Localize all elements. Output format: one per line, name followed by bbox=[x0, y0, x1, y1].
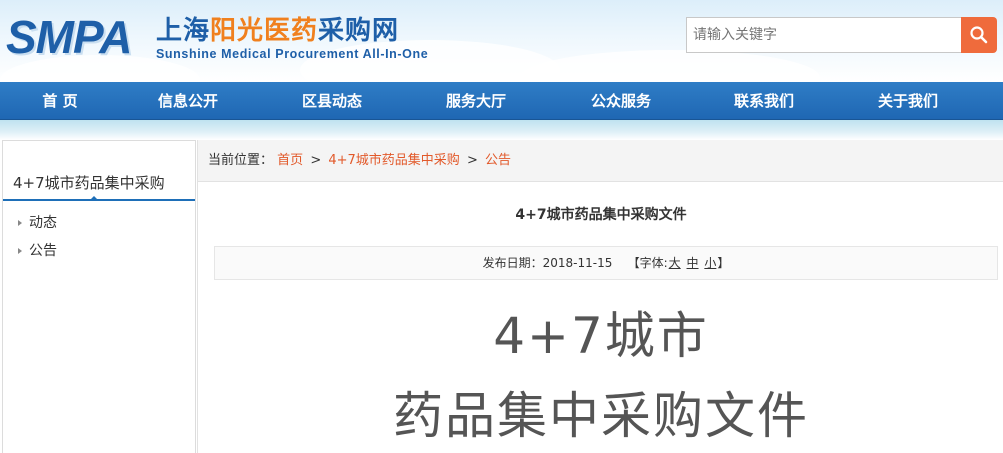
nav-item-public-service[interactable]: 公众服务 bbox=[561, 82, 681, 120]
nav-item-info-disclosure[interactable]: 信息公开 bbox=[128, 82, 248, 120]
breadcrumb-link-home[interactable]: 首页 bbox=[277, 153, 303, 168]
site-header: SMPA 上海阳光医药采购网 Sunshine Medical Procurem… bbox=[0, 0, 1003, 82]
breadcrumb-separator: > bbox=[310, 153, 322, 168]
logo-chinese-name: 上海阳光医药采购网 bbox=[156, 16, 400, 46]
search-button[interactable] bbox=[961, 17, 997, 53]
font-size-close: 】 bbox=[717, 256, 730, 270]
search-icon bbox=[970, 26, 988, 44]
article-body-heading-line2: 药品集中采购文件 bbox=[393, 387, 809, 445]
nav-shadow-band bbox=[0, 120, 1003, 140]
main-content: 当前位置： 首页 > 4+7城市药品集中采购 > 公告 4+7城市药品集中采购文… bbox=[197, 140, 1003, 453]
article-title: 4+7城市药品集中采购文件 bbox=[515, 207, 687, 223]
article-meta: 发布日期：2018-11-15 【字体:大 中 小】 bbox=[214, 246, 998, 280]
breadcrumb-label: 当前位置： bbox=[208, 153, 274, 168]
font-size-small-link[interactable]: 小 bbox=[704, 256, 716, 270]
breadcrumb: 当前位置： 首页 > 4+7城市药品集中采购 > 公告 bbox=[198, 140, 1003, 182]
header-cloud-decoration bbox=[520, 50, 820, 82]
nav-item-contact-us[interactable]: 联系我们 bbox=[704, 82, 824, 120]
font-size-medium-link[interactable]: 中 bbox=[687, 256, 699, 270]
sidebar-item-news[interactable]: 动态 bbox=[15, 213, 57, 233]
article-body-heading-line1: 4+7城市 bbox=[493, 307, 709, 365]
publish-date: 2018-11-15 bbox=[542, 256, 613, 270]
breadcrumb-link-announcements[interactable]: 公告 bbox=[485, 153, 511, 168]
logo-mark: SMPA bbox=[6, 11, 132, 63]
sidebar-title: 4+7城市药品集中采购 bbox=[3, 169, 195, 201]
breadcrumb-link-procurement[interactable]: 4+7城市药品集中采购 bbox=[328, 153, 459, 168]
font-size-large-link[interactable]: 大 bbox=[669, 256, 681, 270]
site-logo[interactable]: SMPA 上海阳光医药采购网 Sunshine Medical Procurem… bbox=[6, 10, 436, 62]
sidebar-title-text: 4+7城市药品集中采购 bbox=[13, 174, 165, 192]
nav-item-service-hall[interactable]: 服务大厅 bbox=[416, 82, 536, 120]
logo-english-name: Sunshine Medical Procurement All-In-One bbox=[156, 47, 429, 61]
font-size-label: 【字体: bbox=[627, 256, 668, 270]
sidebar-item-announcements[interactable]: 公告 bbox=[15, 241, 57, 261]
nav-item-home[interactable]: 首 页 bbox=[0, 82, 120, 120]
breadcrumb-separator: > bbox=[466, 153, 478, 168]
nav-item-district-news[interactable]: 区县动态 bbox=[272, 82, 392, 120]
nav-item-about-us[interactable]: 关于我们 bbox=[848, 82, 968, 120]
sidebar-title-pointer bbox=[89, 196, 99, 201]
publish-date-label: 发布日期： bbox=[482, 256, 543, 270]
main-nav: 首 页 信息公开 区县动态 服务大厅 公众服务 联系我们 关于我们 bbox=[0, 82, 1003, 120]
sidebar: 4+7城市药品集中采购 动态 公告 bbox=[2, 140, 196, 453]
search-input[interactable] bbox=[686, 17, 962, 53]
